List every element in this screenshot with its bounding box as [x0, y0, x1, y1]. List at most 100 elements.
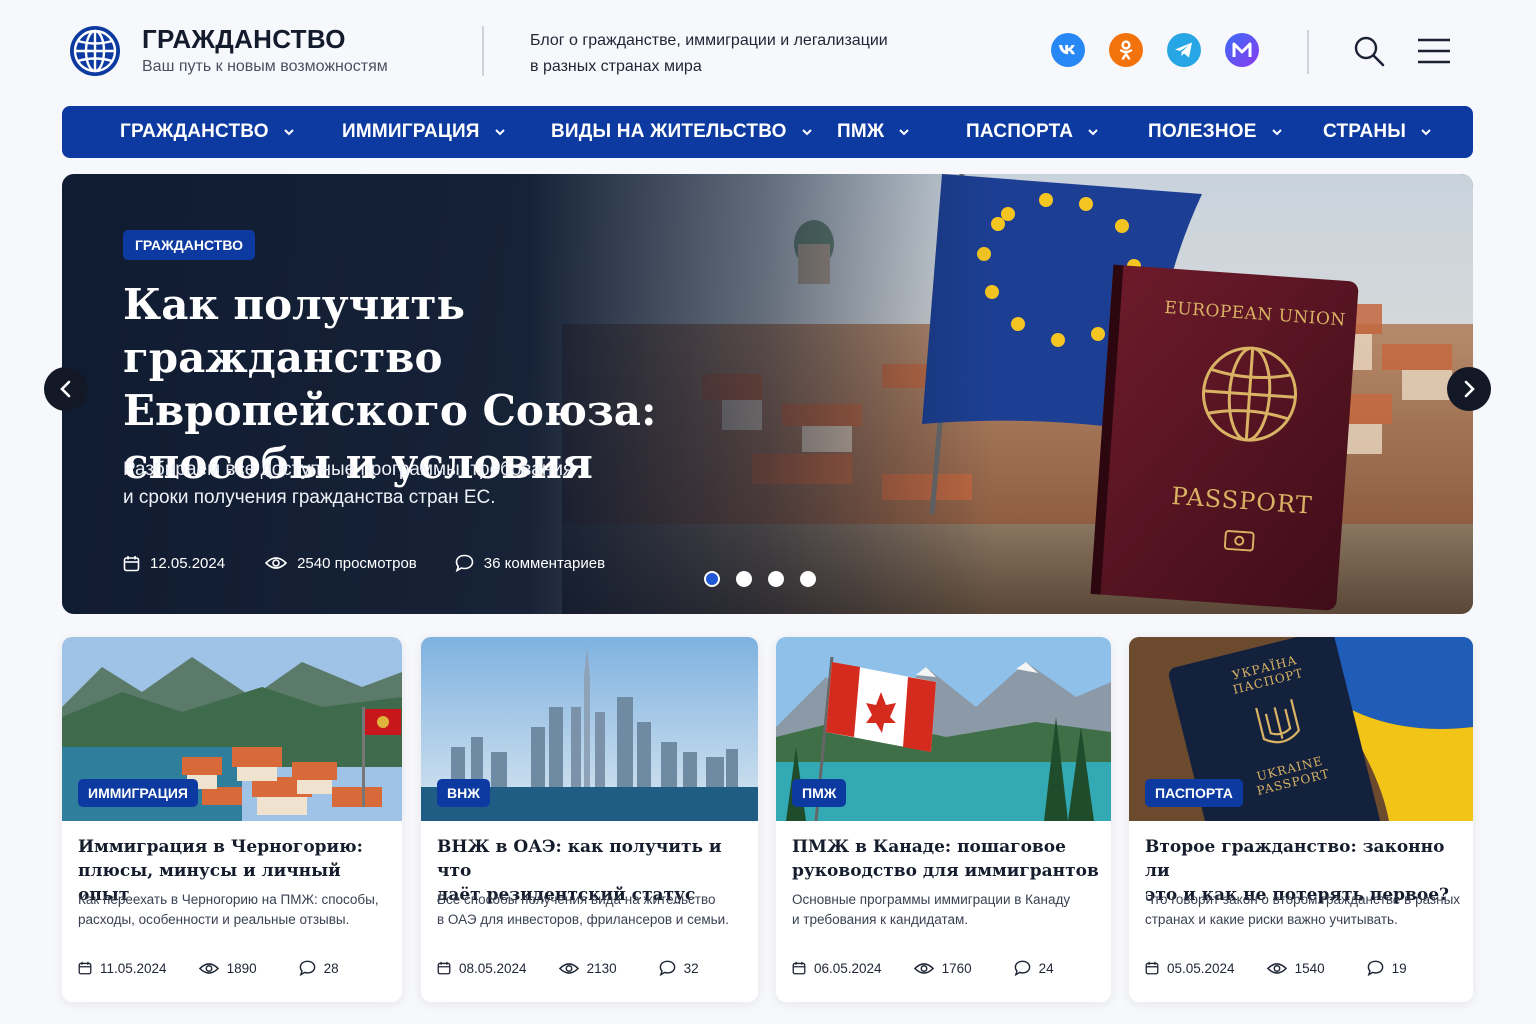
card-date-text: 05.05.2024 — [1167, 960, 1235, 976]
telegram-icon[interactable] — [1167, 33, 1201, 67]
chevron-down-icon — [1421, 129, 1431, 136]
globe-logo-icon[interactable] — [68, 24, 122, 78]
card-comments-text: 28 — [323, 960, 339, 976]
calendar-icon — [792, 961, 806, 975]
nav-item-label: ПОЛЕЗНОЕ — [1148, 121, 1257, 142]
card-description-line: Основные программы иммиграции в Канаду — [792, 892, 1071, 907]
chevron-right-icon — [1464, 380, 1475, 398]
site-header: ГРАЖДАНСТВО Ваш путь к новым возможностя… — [0, 0, 1536, 104]
card-category-tag[interactable]: ИММИГРАЦИЯ — [78, 779, 198, 807]
calendar-icon — [1145, 961, 1159, 975]
chevron-down-icon — [899, 129, 909, 136]
slider-dot-active[interactable] — [704, 571, 720, 587]
card-views-text: 1540 — [1294, 960, 1325, 976]
ok-icon[interactable] — [1109, 33, 1143, 67]
hero-date: 12.05.2024 — [123, 555, 225, 572]
site-tagline: Ваш путь к новым возможностям — [142, 58, 388, 75]
biometric-chip-icon — [1223, 529, 1255, 552]
card-views-text: 1890 — [226, 960, 257, 976]
nav-item-citizenship[interactable]: ГРАЖДАНСТВО — [120, 106, 295, 158]
nav-item-label: ПАСПОРТА — [966, 121, 1074, 142]
hero-comments-text: 36 комментариев — [483, 554, 606, 572]
nav-item-label: ВИДЫ НА ЖИТЕЛЬСТВО — [551, 121, 787, 142]
card-category-tag[interactable]: ПАСПОРТА — [1145, 779, 1243, 807]
nav-item-label: СТРАНЫ — [1323, 121, 1407, 142]
hero-views: 2540 просмотров — [265, 555, 417, 572]
chevron-left-icon — [60, 380, 71, 398]
vk-icon[interactable] — [1051, 33, 1085, 67]
card-views: 1540 — [1266, 960, 1325, 976]
hero-slider[interactable]: EUROPEAN UNION PASSPORT ГРАЖДАНСТВО Как … — [62, 174, 1473, 614]
card-title[interactable]: ПМЖ в Канаде: пошаговое руководство для … — [792, 835, 1104, 883]
hero-title-line: Как получить гражданство — [123, 280, 466, 382]
card-date: 06.05.2024 — [792, 961, 882, 976]
card-description: Как переехать в Черногорию на ПМЖ: спосо… — [78, 890, 396, 930]
card-comments[interactable]: 24 — [1014, 960, 1054, 976]
slider-dot[interactable] — [768, 571, 784, 587]
card-meta: 05.05.2024 1540 19 — [1145, 960, 1407, 976]
nav-item-residence-permits[interactable]: ВИДЫ НА ЖИТЕЛЬСТВО — [551, 106, 813, 158]
card-title-line: руководство для иммигрантов — [792, 861, 1099, 881]
card-meta: 11.05.2024 1890 28 — [78, 960, 339, 976]
card-views-text: 2130 — [586, 960, 617, 976]
eye-icon — [1266, 962, 1287, 974]
card-date-text: 06.05.2024 — [814, 960, 882, 976]
nav-item-countries[interactable]: СТРАНЫ — [1323, 106, 1432, 158]
calendar-icon — [78, 961, 92, 975]
header-divider — [1307, 30, 1309, 74]
card-category-tag[interactable]: ВНЖ — [437, 779, 490, 807]
nav-item-label: ГРАЖДАНСТВО — [120, 121, 269, 142]
article-card[interactable]: УКРАЇНА ПАСПОРТ UKRAINE PASSPORT ПАСПОРТ… — [1129, 637, 1473, 1002]
social-links — [1051, 33, 1259, 67]
card-comments[interactable]: 32 — [659, 960, 699, 976]
card-comments[interactable]: 19 — [1367, 960, 1407, 976]
nav-item-passports[interactable]: ПАСПОРТА — [966, 106, 1099, 158]
comment-icon — [1367, 960, 1383, 976]
hero-date-text: 12.05.2024 — [150, 554, 226, 572]
slider-next-button[interactable] — [1447, 367, 1491, 411]
search-icon[interactable] — [1352, 34, 1386, 68]
card-date-text: 08.05.2024 — [459, 960, 527, 976]
card-meta: 08.05.2024 2130 32 — [437, 960, 699, 976]
article-card[interactable]: ПМЖ ПМЖ в Канаде: пошаговое руководство … — [776, 637, 1111, 1002]
eye-icon — [265, 557, 288, 569]
card-comments-text: 24 — [1038, 960, 1054, 976]
article-card[interactable]: ВНЖ ВНЖ в ОАЭ: как получить и что даёт р… — [421, 637, 758, 1002]
card-comments[interactable]: 28 — [299, 960, 339, 976]
card-description-line: Как переехать в Черногорию на ПМЖ: спосо… — [78, 892, 379, 907]
slider-prev-button[interactable] — [44, 367, 88, 411]
hamburger-menu-icon[interactable] — [1416, 37, 1452, 65]
hero-comments[interactable]: 36 комментариев — [455, 554, 605, 572]
site-description: Блог о гражданстве, иммиграции и легализ… — [530, 28, 950, 80]
nav-item-pmzh[interactable]: ПМЖ — [837, 106, 910, 158]
article-card[interactable]: ИММИГРАЦИЯ Иммиграция в Черногорию: плюс… — [62, 637, 402, 1002]
site-title[interactable]: ГРАЖДАНСТВО — [142, 24, 346, 55]
nav-item-label: ИММИГРАЦИЯ — [342, 121, 480, 142]
nav-item-useful[interactable]: ПОЛЕЗНОЕ — [1148, 106, 1283, 158]
passport-label-bottom: PASSPORT — [1170, 481, 1314, 520]
card-description-line: расходы, особенности и реальные отзывы. — [78, 912, 350, 927]
comment-icon — [1014, 960, 1030, 976]
chevron-down-icon — [284, 129, 294, 136]
hero-category-tag[interactable]: ГРАЖДАНСТВО — [123, 230, 255, 260]
card-description-line: Что говорит закон о втором гражданстве в… — [1145, 892, 1461, 907]
chevron-down-icon — [494, 129, 505, 136]
max-icon[interactable] — [1225, 33, 1259, 67]
card-comments-text: 19 — [1391, 960, 1407, 976]
hero-subtitle: Разбираем все доступные программы, требо… — [123, 456, 643, 512]
slider-dot[interactable] — [800, 571, 816, 587]
card-category-tag[interactable]: ПМЖ — [792, 779, 847, 807]
site-description-line: в разных странах мира — [530, 58, 702, 75]
card-description-line: и требования к кандидатам. — [792, 912, 969, 927]
calendar-icon — [437, 961, 451, 975]
card-date: 11.05.2024 — [78, 961, 167, 976]
eye-icon — [198, 962, 219, 974]
card-description-line: в ОАЭ для инвесторов, фрилансеров и семь… — [437, 912, 729, 927]
hero-subtitle-line: Разбираем все доступные программы, требо… — [123, 459, 574, 480]
slider-dot[interactable] — [736, 571, 752, 587]
card-description-line: Все способы получения вида на жительство — [437, 892, 716, 907]
chevron-down-icon — [1271, 129, 1282, 136]
card-views-text: 1760 — [941, 960, 972, 976]
nav-item-immigration[interactable]: ИММИГРАЦИЯ — [342, 106, 506, 158]
card-comments-text: 32 — [683, 960, 699, 976]
